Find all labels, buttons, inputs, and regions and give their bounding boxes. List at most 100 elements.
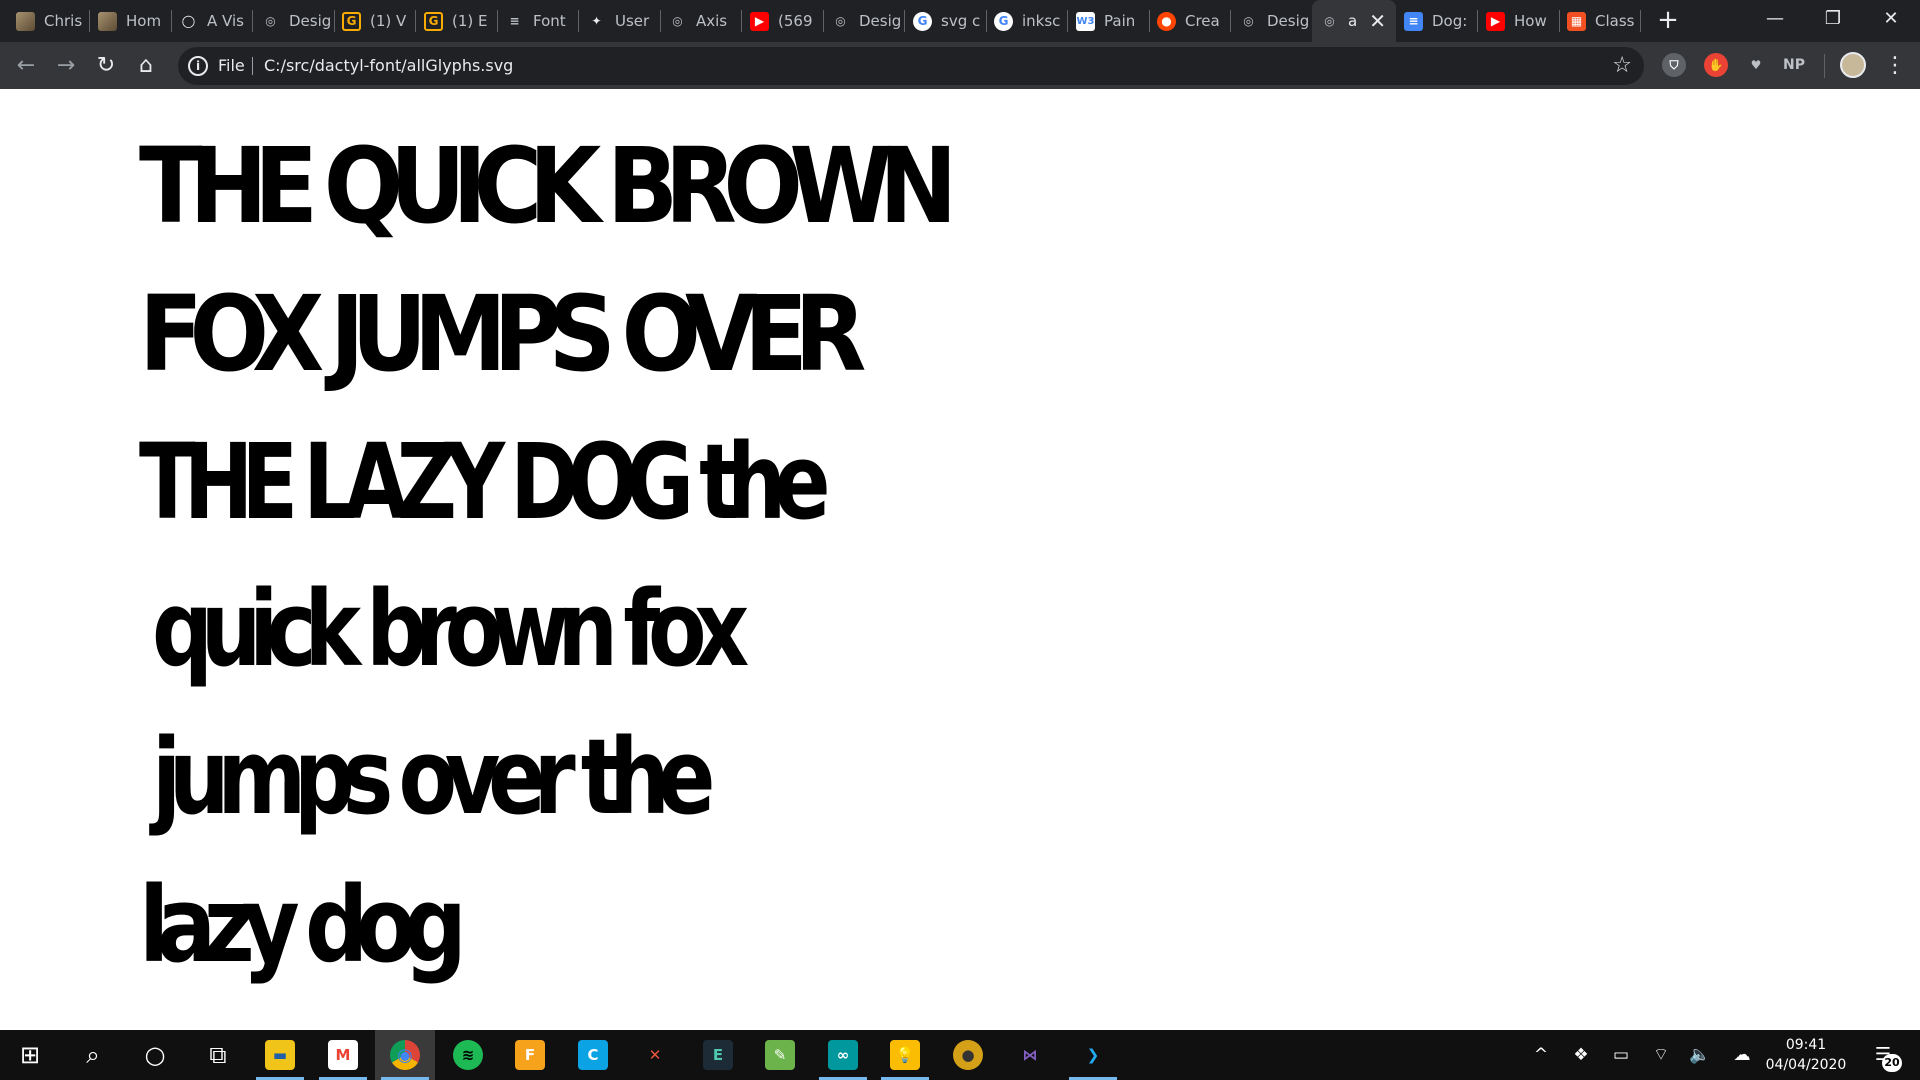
vscode-app[interactable]: ❯ [1063,1030,1123,1080]
task-view-button[interactable]: ⧉ [188,1030,248,1080]
tab-6[interactable]: G (1) E [416,0,498,42]
action-center-button[interactable]: ☰ 20 [1868,1040,1902,1072]
globe-icon: ◎ [1324,14,1335,28]
back-button[interactable]: ← [8,48,44,84]
tab-title: Chris [44,12,83,30]
start-icon: ⊞ [15,1040,45,1070]
microsoft-icon: ▦ [1567,11,1586,31]
tab-19[interactable]: ▶ How [1478,0,1560,42]
tab-title: a [1348,12,1358,30]
np-extension-icon[interactable]: NP [1782,53,1806,77]
tab-4[interactable]: ◎ Desig [253,0,335,42]
chrome-app[interactable]: ◉ [375,1030,435,1080]
glyph-line-4: quick brown fox [152,568,749,690]
wifi-icon[interactable]: ⌔ [1648,1030,1674,1080]
gmail-icon: M [328,1040,358,1070]
shield-extension-icon[interactable]: ⛉ [1662,53,1686,77]
start-button[interactable]: ⊞ [0,1030,60,1080]
minimize-button[interactable]: — [1746,0,1804,38]
arduino-icon: ∞ [828,1040,858,1070]
ball-app[interactable]: ● [938,1030,998,1080]
cortana-icon: ○ [140,1040,170,1070]
google-icon: G [994,11,1013,31]
tab-17[interactable]: ◎ a ✕ [1312,0,1396,42]
tab-title: Font [533,12,566,30]
new-tab-button[interactable]: + [1653,6,1683,36]
tab-18[interactable]: ≡ Dog: [1396,0,1478,42]
url-text[interactable]: C:/src/dactyl-font/allGlyphs.svg [264,47,513,85]
fusion-icon: F [515,1040,545,1070]
paint-icon: ✎ [765,1040,795,1070]
paint-app[interactable]: ✎ [750,1030,810,1080]
keep-app[interactable]: 💡 [875,1030,935,1080]
spotify-app[interactable]: ≋ [438,1030,498,1080]
task-view-icon: ⧉ [203,1040,233,1070]
tab-strip: Chris Hom ◯ A Vis ◎ Desig G (1) V G (1) E ≡ Font ✦ Us… [0,0,1920,42]
red-extension-icon[interactable]: ✋ [1704,53,1728,77]
reload-button[interactable]: ↻ [88,48,124,84]
gmail-app[interactable]: M [313,1030,373,1080]
tab-title: Desig [1267,12,1310,30]
tab-title: Dog: [1432,12,1468,30]
tab-title: Desig [289,12,332,30]
xmind-icon: ✕ [640,1040,670,1070]
tab-title: Class [1595,12,1635,30]
tab-13[interactable]: Ginksc [986,0,1068,42]
xmind-app[interactable]: ✕ [625,1030,685,1080]
bookmark-star-icon[interactable]: ☆ [1612,47,1632,85]
arduino-app[interactable]: ∞ [813,1030,873,1080]
clock-date: 04/04/2020 [1765,1057,1847,1073]
globe-icon: ◎ [835,14,846,28]
forward-button[interactable]: → [48,48,84,84]
glyph-line-1: THE QUICK BROWN [139,125,957,247]
tab-1[interactable]: Chris [8,0,90,42]
tab-20[interactable]: ▦ Class [1559,0,1641,42]
tab-15[interactable]: ● Crea [1149,0,1231,42]
tab-5[interactable]: G (1) V [334,0,416,42]
tab-16[interactable]: ◎ Desig [1231,0,1313,42]
cmd-app[interactable]: C [563,1030,623,1080]
search-button[interactable]: ⌕ [63,1030,123,1080]
w3-icon: W3 [1076,11,1095,31]
tab-close-icon[interactable]: ✕ [1369,9,1386,33]
tab-title: A Vis [207,12,244,30]
fusion-app[interactable]: F [500,1030,560,1080]
url-scheme: File [218,56,245,75]
address-bar[interactable]: i File C:/src/dactyl-font/allGlyphs.svg … [178,47,1644,85]
editor-app[interactable]: E [688,1030,748,1080]
tab-8[interactable]: ✦ User [579,0,661,42]
tab-2[interactable]: Hom [90,0,172,42]
tab-7[interactable]: ≡ Font [497,0,579,42]
restore-button[interactable]: ❐ [1804,0,1862,38]
url-divider [252,57,253,75]
home-button[interactable]: ⌂ [128,48,164,84]
tab-3[interactable]: ◯ A Vis [171,0,253,42]
puzzle-extension-icon[interactable]: ♥ [1744,53,1768,77]
tab-title: svg c [941,12,981,30]
tab-title: Axis [696,12,728,30]
spotify-icon: ≋ [453,1040,483,1070]
battery-icon[interactable]: ▭ [1608,1030,1634,1080]
file-explorer-app[interactable]: ▬ [250,1030,310,1080]
notification-count: 20 [1882,1054,1902,1072]
volume-icon[interactable]: 🔈 [1686,1030,1714,1080]
tab-title: How [1514,12,1547,30]
close-window-button[interactable]: ✕ [1862,0,1920,38]
visual-studio-app[interactable]: ⋈ [1000,1030,1060,1080]
menu-icon[interactable]: ⋮ [1878,48,1912,84]
cortana-button[interactable]: ○ [125,1030,185,1080]
dropbox-icon[interactable]: ❖ [1568,1030,1594,1080]
onedrive-icon[interactable]: ☁ [1728,1030,1756,1080]
tab-9[interactable]: ◎ Axis [660,0,742,42]
toolbar-divider [1824,54,1825,78]
clock[interactable]: 09:41 04/04/2020 [1760,1035,1852,1075]
tray-chevron-icon[interactable]: ^ [1530,1030,1552,1080]
tab-14[interactable]: W3 Pain [1068,0,1150,42]
globe-icon: ◎ [1243,14,1254,28]
tab-11[interactable]: ◎ Desig [823,0,905,42]
tab-10[interactable]: ▶ (569 [742,0,824,42]
tab-12[interactable]: Gsvg c [905,0,987,42]
site-info-icon[interactable]: i [188,56,208,76]
profile-avatar[interactable] [1840,52,1866,78]
circle-icon: ◯ [181,14,196,28]
